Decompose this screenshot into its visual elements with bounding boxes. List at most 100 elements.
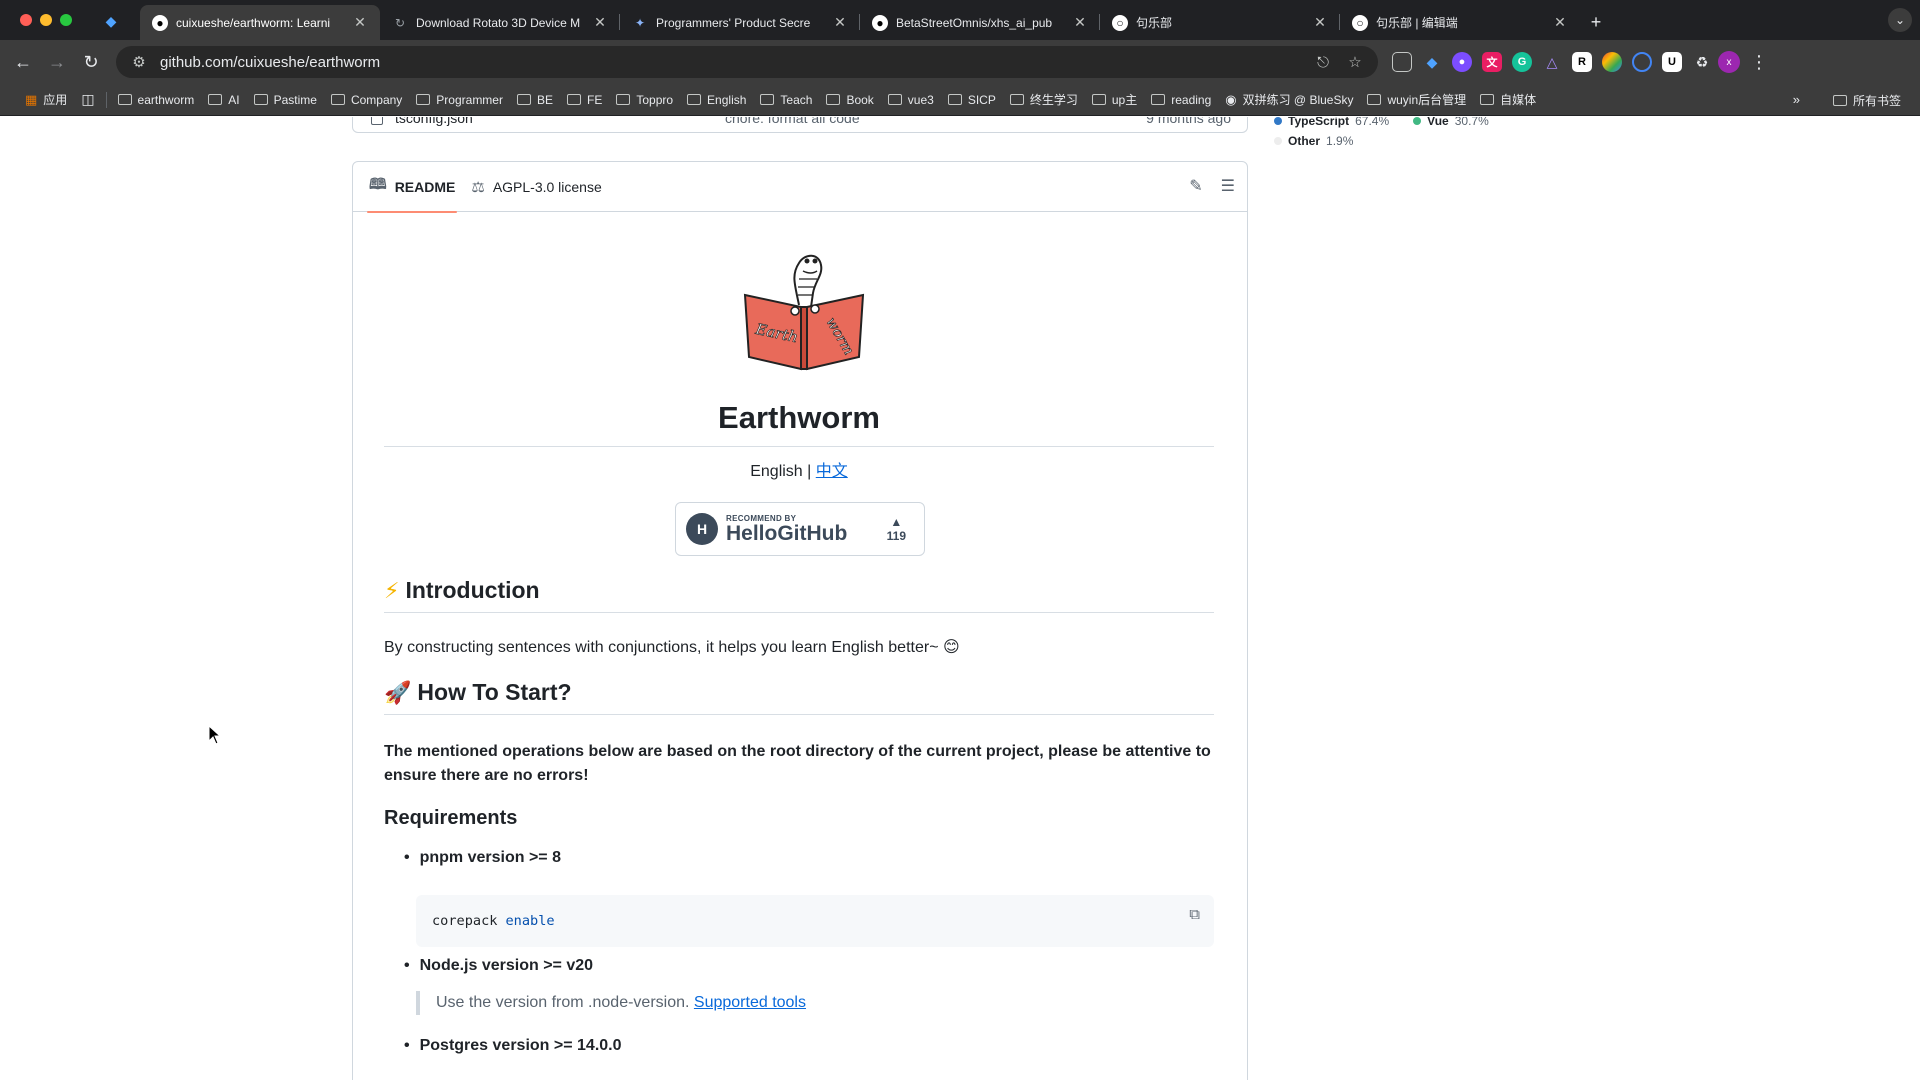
minimize-window-button[interactable] — [40, 14, 52, 26]
url-text[interactable]: github.com/cuixueshe/earthworm — [160, 54, 1302, 71]
bookmark-folder-media[interactable]: 自媒体 — [1473, 88, 1543, 112]
github-page: tsconfig.json chore: format all code 9 m… — [0, 117, 1920, 1080]
readme-box: 🕮 README ⚖ AGPL-3.0 license ✎ ☰ Earth wo… — [352, 161, 1248, 1080]
install-app-icon[interactable]: ⎋ — [1312, 54, 1334, 71]
language-other[interactable]: Other 1.9% — [1274, 134, 1353, 148]
bookmark-folder-teach[interactable]: Teach — [753, 88, 819, 112]
tab-juleibu[interactable]: ○ 句乐部 ✕ — [1100, 5, 1340, 40]
forward-arrow-icon[interactable]: → — [40, 45, 74, 79]
new-tab-button[interactable]: + — [1580, 5, 1612, 40]
flask-extension-icon[interactable]: △ — [1542, 52, 1562, 72]
bookmark-label: earthworm — [137, 92, 195, 107]
list-item-text: Node.js version >= v20 — [419, 957, 594, 974]
close-icon[interactable]: ✕ — [1552, 14, 1568, 31]
bookmark-link-shuangpin[interactable]: ◉ 双拼练习 @ BlueSky — [1218, 88, 1360, 112]
tab-license[interactable]: ⚖ AGPL-3.0 license — [463, 162, 609, 212]
circle-extension-icon[interactable]: ● — [1452, 52, 1472, 72]
maximize-window-button[interactable] — [60, 14, 72, 26]
close-icon[interactable]: ✕ — [592, 14, 608, 31]
tab-title: 句乐部 — [1136, 16, 1173, 30]
tab-xhs-ai-pub[interactable]: ● BetaStreetOmnis/xhs_ai_pub ✕ — [860, 5, 1100, 40]
bookmark-label: 自媒体 — [1500, 93, 1537, 107]
bookmark-folder-english[interactable]: English — [680, 88, 753, 112]
file-row[interactable]: tsconfig.json chore: format all code 9 m… — [352, 117, 1248, 133]
bookmark-folder-be[interactable]: BE — [510, 88, 560, 112]
r-extension-icon[interactable]: R — [1572, 52, 1592, 72]
all-bookmarks-folder[interactable]: 所有书签 — [1826, 88, 1908, 112]
bookmark-folder-book[interactable]: Book — [819, 88, 880, 112]
bookmark-label: 双拼练习 @ BlueSky — [1242, 93, 1354, 107]
reload-icon[interactable]: ↻ — [74, 45, 108, 79]
bookmark-folder-pastime[interactable]: Pastime — [247, 88, 324, 112]
bookmark-folder-company[interactable]: Company — [324, 88, 409, 112]
folder-icon — [416, 94, 431, 105]
diamond-extension-icon[interactable]: ◆ — [1422, 52, 1442, 72]
tab-juleibu-editor[interactable]: ○ 句乐部 | 编辑端 ✕ — [1340, 5, 1580, 40]
pinned-tab-diamond-icon[interactable]: ◆ — [100, 10, 122, 32]
bookmark-folder-fe[interactable]: FE — [560, 88, 609, 112]
bookmark-folder-toppro[interactable]: Toppro — [609, 88, 680, 112]
folder-icon — [616, 94, 631, 105]
close-icon[interactable]: ✕ — [352, 14, 368, 31]
file-icon — [371, 117, 383, 125]
profile-avatar[interactable]: x — [1718, 51, 1740, 73]
bookmark-folder-programmer[interactable]: Programmer — [409, 88, 510, 112]
file-name[interactable]: tsconfig.json — [395, 117, 725, 126]
close-icon[interactable]: ✕ — [1072, 14, 1088, 31]
code-block-corepack[interactable]: corepack enable ⧉ — [416, 895, 1214, 947]
bookmark-apps[interactable]: ▦ 应用 — [18, 88, 74, 112]
pencil-edit-icon[interactable]: ✎ — [1189, 176, 1202, 196]
blue-circle-extension-icon[interactable] — [1632, 52, 1652, 72]
bookmark-folder-up[interactable]: up主 — [1085, 88, 1144, 112]
outline-list-icon[interactable]: ☰ — [1221, 176, 1235, 196]
bookmark-label: AI — [228, 92, 240, 107]
more-menu-icon[interactable]: ⋮ — [1750, 52, 1768, 73]
hellogithub-badge[interactable]: H RECOMMEND BY HelloGitHub ▲ 119 — [675, 502, 925, 556]
bullet-icon: • — [404, 849, 410, 866]
copy-icon[interactable]: ⧉ — [1189, 905, 1200, 923]
tab-list: ● cuixueshe/earthworm: Learni ✕ ↻ Downlo… — [140, 5, 1612, 40]
language-vue[interactable]: Vue 30.7% — [1413, 117, 1489, 128]
chinese-language-link[interactable]: 中文 — [816, 463, 848, 480]
close-icon[interactable]: ✕ — [832, 14, 848, 31]
bookmark-folder-lifelong-learning[interactable]: 终生学习 — [1003, 88, 1085, 112]
tab-rotato[interactable]: ↻ Download Rotato 3D Device M ✕ — [380, 5, 620, 40]
bookmark-folder-sicp[interactable]: SICP — [941, 88, 1003, 112]
bookmark-folder-earthworm[interactable]: earthworm — [111, 88, 202, 112]
bookmark-label: BE — [536, 92, 553, 107]
site-info-icon[interactable]: ⚙ — [128, 53, 150, 71]
supported-tools-link[interactable]: Supported tools — [694, 994, 806, 1011]
bookmark-star-icon[interactable]: ☆ — [1344, 53, 1366, 71]
tab-readme[interactable]: 🕮 README — [361, 162, 463, 213]
colorful-extension-icon[interactable] — [1602, 52, 1622, 72]
folder-icon — [253, 94, 268, 105]
close-icon[interactable]: ✕ — [1312, 14, 1328, 31]
commit-message[interactable]: chore: format all code — [725, 117, 1105, 126]
start-paragraph: The mentioned operations below are based… — [384, 743, 1211, 784]
shield-extension-icon[interactable]: U — [1662, 52, 1682, 72]
bookmark-label: Programmer — [436, 92, 503, 107]
tab-title: Download Rotato 3D Device M — [416, 15, 581, 30]
github-icon: ● — [152, 14, 168, 31]
grammarly-extension-icon[interactable]: G — [1512, 52, 1532, 72]
tab-search-chevron-icon[interactable]: ⌄ — [1888, 8, 1912, 32]
tab-title: Programmers' Product Secre — [656, 15, 811, 30]
language-typescript[interactable]: TypeScript 67.4% — [1274, 117, 1389, 128]
list-item-node: • Node.js version >= v20 — [404, 957, 593, 975]
tab-programmers-product[interactable]: ✦ Programmers' Product Secre ✕ — [620, 5, 860, 40]
more-bookmarks-icon[interactable]: » — [1793, 92, 1800, 107]
folder-icon — [1009, 94, 1024, 105]
bookmark-folder-vue3[interactable]: vue3 — [881, 88, 941, 112]
puzzle-extensions-icon[interactable]: ♻ — [1692, 52, 1712, 72]
bookmark-folder-wuyin[interactable]: wuyin后台管理 — [1360, 88, 1473, 112]
screenshot-extension-icon[interactable] — [1392, 52, 1412, 72]
bookmark-label: Toppro — [636, 92, 674, 107]
translate-extension-icon[interactable]: 文 — [1482, 52, 1502, 72]
bookmark-folder-reading[interactable]: reading — [1144, 88, 1218, 112]
address-bar[interactable]: ⚙ github.com/cuixueshe/earthworm ⎋ ☆ — [116, 46, 1378, 78]
tab-groups-icon[interactable]: ◫ — [74, 88, 101, 112]
back-arrow-icon[interactable]: ← — [6, 45, 40, 79]
bookmark-folder-ai[interactable]: AI — [201, 88, 246, 112]
tab-earthworm[interactable]: ● cuixueshe/earthworm: Learni ✕ — [140, 5, 380, 40]
close-window-button[interactable] — [20, 14, 32, 26]
